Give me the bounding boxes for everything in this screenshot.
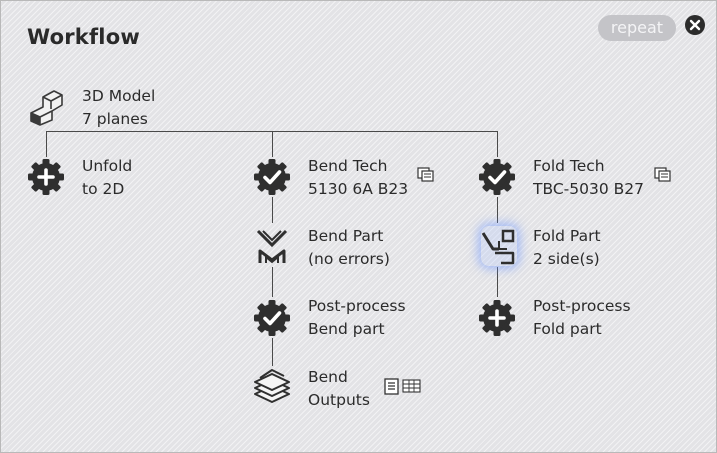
node-subtitle: Bend part bbox=[308, 320, 385, 338]
check-gear-icon[interactable] bbox=[477, 157, 517, 197]
node-title: Bend bbox=[308, 368, 348, 386]
check-gear-icon[interactable] bbox=[252, 298, 292, 338]
node-bend-part[interactable]: Bend Part (no errors) bbox=[308, 225, 390, 271]
node-post-process-fold[interactable]: Post-process Fold part bbox=[533, 295, 631, 341]
node-subtitle: 7 planes bbox=[82, 110, 148, 128]
plus-gear-icon[interactable] bbox=[477, 298, 517, 338]
node-fold-part[interactable]: Fold Part 2 side(s) bbox=[533, 225, 601, 271]
fold-tool-icon[interactable] bbox=[479, 227, 519, 267]
panel-title: Workflow bbox=[27, 25, 140, 49]
node-3d-model[interactable]: 3D Model 7 planes bbox=[82, 85, 155, 131]
copy-icon[interactable] bbox=[654, 167, 672, 183]
workflow-panel: Workflow repeat 3D Model 7 planes Unfold… bbox=[0, 0, 717, 453]
node-title: Fold Part bbox=[533, 227, 601, 245]
close-icon[interactable] bbox=[684, 14, 706, 36]
node-bend-outputs[interactable]: Bend Outputs bbox=[308, 366, 370, 412]
node-title: Post-process bbox=[533, 297, 631, 315]
node-bend-tech[interactable]: Bend Tech 5130 6A B23 bbox=[308, 155, 408, 201]
connector-line bbox=[46, 131, 47, 157]
connector-line bbox=[497, 197, 498, 223]
bend-tool-icon[interactable] bbox=[252, 227, 292, 267]
connector-line bbox=[497, 267, 498, 297]
plus-gear-icon[interactable] bbox=[26, 157, 66, 197]
connector-line bbox=[272, 267, 273, 297]
node-title: Bend Part bbox=[308, 227, 384, 245]
repeat-button[interactable]: repeat bbox=[598, 15, 676, 41]
node-subtitle: Outputs bbox=[308, 391, 370, 409]
check-gear-icon[interactable] bbox=[252, 157, 292, 197]
connector-line bbox=[497, 131, 498, 157]
node-subtitle: TBC-5030 B27 bbox=[533, 180, 644, 198]
table-report-icon[interactable] bbox=[402, 379, 421, 393]
node-title: Bend Tech bbox=[308, 157, 388, 175]
document-list-icon[interactable] bbox=[384, 378, 400, 395]
node-post-process-bend[interactable]: Post-process Bend part bbox=[308, 295, 406, 341]
node-unfold[interactable]: Unfold to 2D bbox=[82, 155, 132, 201]
node-subtitle: 2 side(s) bbox=[533, 250, 600, 268]
stack-layers-icon[interactable] bbox=[252, 366, 292, 406]
node-title: 3D Model bbox=[82, 87, 156, 105]
node-title: Fold Tech bbox=[533, 157, 605, 175]
node-fold-tech[interactable]: Fold Tech TBC-5030 B27 bbox=[533, 155, 644, 201]
node-subtitle: Fold part bbox=[533, 320, 602, 338]
connector-line bbox=[272, 197, 273, 223]
connector-line bbox=[272, 338, 273, 366]
3d-model-icon[interactable] bbox=[26, 87, 66, 127]
node-subtitle: to 2D bbox=[82, 180, 125, 198]
node-subtitle: (no errors) bbox=[308, 250, 390, 268]
node-title: Post-process bbox=[308, 297, 406, 315]
node-subtitle: 5130 6A B23 bbox=[308, 180, 409, 198]
connector-line bbox=[272, 131, 273, 157]
node-title: Unfold bbox=[82, 157, 133, 175]
copy-icon[interactable] bbox=[417, 167, 435, 183]
